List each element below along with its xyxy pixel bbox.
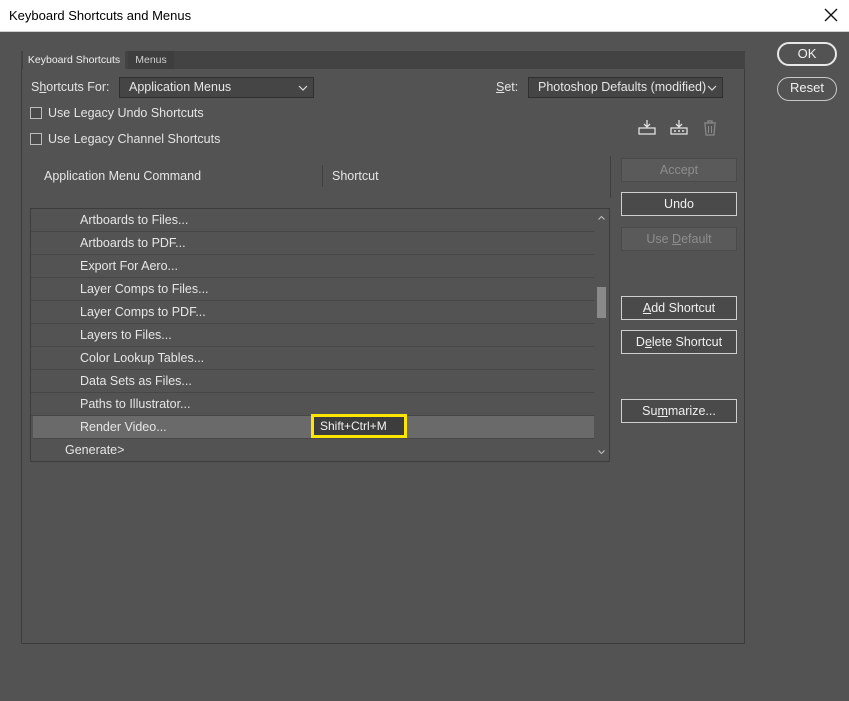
list-scrollbar[interactable] [594, 209, 609, 461]
list-item[interactable]: Layers to Files... [31, 324, 595, 347]
set-select[interactable]: Photoshop Defaults (modified) [528, 77, 723, 98]
list-item[interactable]: Color Lookup Tables... [31, 347, 595, 370]
title-bar: Keyboard Shortcuts and Menus [0, 0, 849, 32]
set-value: Photoshop Defaults (modified) [538, 80, 707, 94]
shortcuts-for-label: Shortcuts For: [31, 80, 110, 94]
delete-set-icon[interactable] [699, 117, 721, 139]
close-icon[interactable] [819, 3, 843, 27]
command-list[interactable]: Artboards to Files... Artboards to PDF..… [30, 208, 610, 462]
legacy-undo-label: Use Legacy Undo Shortcuts [48, 106, 204, 120]
list-item[interactable]: Export For Aero... [31, 255, 595, 278]
add-shortcut-button[interactable]: Add Shortcut [621, 296, 737, 320]
shortcuts-for-value: Application Menus [129, 80, 232, 94]
legacy-undo-checkbox[interactable] [30, 107, 42, 119]
shortcut-input[interactable]: Shift+Ctrl+M [311, 414, 407, 438]
list-item[interactable]: Layer Comps to Files... [31, 278, 595, 301]
list-item[interactable]: Data Sets as Files... [31, 370, 595, 393]
summarize-button[interactable]: Summarize... [621, 399, 737, 423]
list-item[interactable]: Paths to Illustrator... [31, 393, 595, 416]
chevron-down-icon [297, 78, 309, 97]
shortcut-column-header[interactable]: Shortcut [332, 169, 379, 183]
shortcuts-for-select[interactable]: Application Menus [119, 77, 314, 98]
header-right-divider [610, 156, 611, 198]
scroll-down-icon[interactable] [594, 445, 609, 459]
tab-keyboard-shortcuts[interactable]: Keyboard Shortcuts [23, 51, 125, 69]
ok-button[interactable]: OK [777, 42, 837, 66]
save-set-icon[interactable] [636, 117, 658, 139]
command-column-header[interactable]: Application Menu Command [44, 169, 201, 183]
accept-button[interactable]: Accept [621, 158, 737, 182]
window-title: Keyboard Shortcuts and Menus [9, 8, 192, 23]
scroll-thumb[interactable] [597, 287, 606, 318]
legacy-channel-checkbox[interactable] [30, 133, 42, 145]
use-default-button[interactable]: Use Default [621, 227, 737, 251]
set-label: Set: [496, 80, 519, 94]
reset-button[interactable]: Reset [777, 77, 837, 101]
scroll-up-icon[interactable] [594, 211, 609, 225]
list-item[interactable]: Artboards to Files... [31, 209, 595, 232]
column-divider [322, 165, 323, 187]
list-item[interactable]: Layer Comps to PDF... [31, 301, 595, 324]
list-item-selected[interactable]: Render Video... Shift+Ctrl+M [33, 414, 597, 439]
list-item[interactable]: Artboards to PDF... [31, 232, 595, 255]
list-group-item[interactable]: Generate> [31, 439, 595, 461]
save-set-as-icon[interactable] [668, 117, 690, 139]
chevron-down-icon [706, 78, 718, 97]
undo-button[interactable]: Undo [621, 192, 737, 216]
tab-menus[interactable]: Menus [128, 51, 174, 69]
delete-shortcut-button[interactable]: Delete Shortcut [621, 330, 737, 354]
legacy-channel-label: Use Legacy Channel Shortcuts [48, 132, 221, 146]
